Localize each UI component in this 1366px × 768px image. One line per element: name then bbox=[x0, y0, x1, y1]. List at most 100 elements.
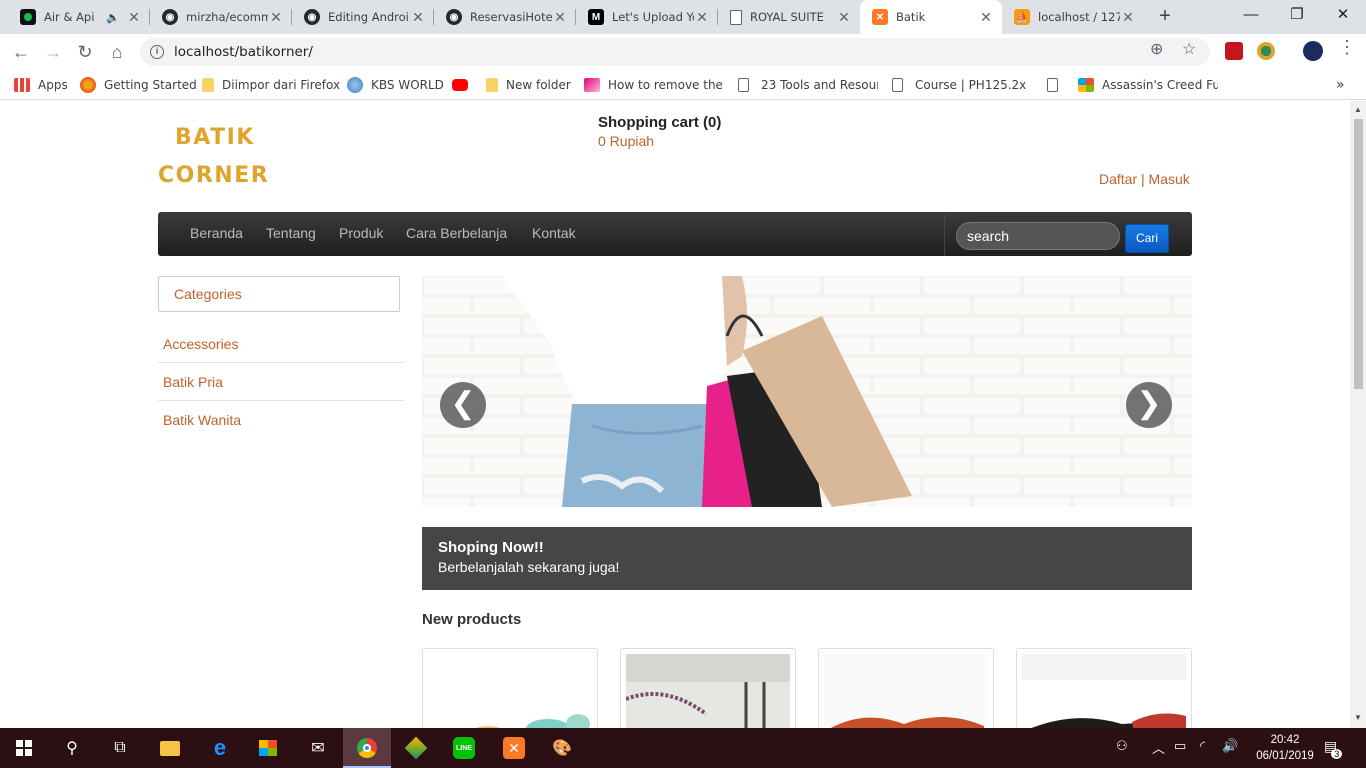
tab-royal-suite[interactable]: ROYAL SUITE ✕ bbox=[718, 0, 860, 34]
page-scrollbar[interactable]: ▲ ▼ bbox=[1350, 101, 1366, 728]
bookmark-getting-started[interactable]: Getting Started bbox=[80, 76, 197, 94]
auth-separator: | bbox=[1141, 171, 1145, 187]
logo-line-2: CORNER bbox=[158, 163, 270, 188]
file-explorer-icon[interactable] bbox=[158, 736, 182, 760]
new-tab-button[interactable]: + bbox=[1154, 5, 1176, 27]
line-app-icon[interactable]: LINE bbox=[452, 736, 476, 760]
battery-icon[interactable]: ▭ bbox=[1174, 738, 1186, 754]
url-text[interactable]: localhost/batikorner/ bbox=[174, 44, 313, 60]
bookmark-course[interactable]: Course | PH125.2x | e bbox=[892, 76, 1030, 94]
bookmark-kbs-world[interactable]: KBS WORLD bbox=[347, 76, 444, 94]
bookmark-23-tools[interactable]: 23 Tools and Resourc bbox=[738, 76, 878, 94]
auth-links: Daftar | Masuk bbox=[1099, 171, 1190, 187]
bookmark-page[interactable] bbox=[1047, 76, 1058, 94]
bookmark-apps[interactable]: Apps bbox=[14, 76, 68, 94]
paint-icon[interactable]: 🎨 bbox=[550, 736, 574, 760]
bookmark-how-to-remove[interactable]: How to remove the E bbox=[584, 76, 722, 94]
apps-grid-icon bbox=[14, 78, 30, 92]
category-batik-wanita[interactable]: Batik Wanita bbox=[158, 401, 404, 439]
xampp-icon[interactable]: ✕ bbox=[502, 736, 526, 760]
banner-carousel: ❮ ❯ bbox=[422, 276, 1192, 507]
search-input[interactable] bbox=[956, 222, 1120, 250]
zoom-icon[interactable]: ⊕ bbox=[1150, 39, 1163, 59]
taskbar-chrome[interactable] bbox=[343, 728, 391, 768]
product-image bbox=[1022, 654, 1186, 728]
github-icon: ◉ bbox=[446, 9, 462, 25]
store-icon[interactable] bbox=[256, 736, 280, 760]
git-tool-icon[interactable] bbox=[404, 736, 428, 760]
login-link[interactable]: Masuk bbox=[1149, 171, 1190, 187]
tab-reservasi-hotel[interactable]: ◉ ReservasiHotel ✕ bbox=[434, 0, 576, 34]
nav-produk[interactable]: Produk bbox=[339, 225, 383, 241]
info-icon[interactable]: i bbox=[150, 45, 164, 59]
shopping-cart-title[interactable]: Shopping cart (0) bbox=[598, 114, 721, 131]
mail-icon[interactable]: ✉ bbox=[306, 736, 330, 760]
bookmark-youtube[interactable] bbox=[452, 76, 476, 94]
reload-icon[interactable]: ↻ bbox=[72, 39, 98, 65]
bookmarks-overflow-icon[interactable]: » bbox=[1336, 76, 1345, 94]
wifi-icon[interactable]: ◜ bbox=[1200, 738, 1205, 754]
scroll-up-icon[interactable]: ▲ bbox=[1354, 105, 1362, 114]
close-icon[interactable]: ✕ bbox=[126, 9, 142, 26]
notification-center-icon[interactable]: ▤3 bbox=[1324, 738, 1343, 759]
home-icon[interactable]: ⌂ bbox=[104, 39, 130, 65]
tab-phpmyadmin[interactable]: ⛵ localhost / 127 ✕ bbox=[1002, 0, 1144, 34]
close-icon[interactable]: ✕ bbox=[552, 9, 568, 26]
people-icon[interactable]: ⚇ bbox=[1116, 738, 1128, 754]
site-logo[interactable]: BATIK CORNER bbox=[158, 119, 269, 195]
bookmark-assassins-creed[interactable]: Assassin's Creed Full bbox=[1078, 76, 1218, 94]
nav-beranda[interactable]: Beranda bbox=[190, 225, 243, 241]
tab-editing-android[interactable]: ◉ Editing Androi ✕ bbox=[292, 0, 434, 34]
extension-shield-icon[interactable] bbox=[1225, 42, 1243, 60]
windows-start-icon[interactable] bbox=[12, 736, 36, 760]
product-image bbox=[824, 654, 988, 728]
volume-icon[interactable]: 🔊 bbox=[1222, 738, 1238, 754]
register-link[interactable]: Daftar bbox=[1099, 171, 1137, 187]
bookmark-star-icon[interactable]: ☆ bbox=[1182, 39, 1196, 59]
product-card[interactable] bbox=[422, 648, 598, 728]
tab-lets-upload[interactable]: M Let's Upload Yo ✕ bbox=[576, 0, 718, 34]
restore-button[interactable]: ❐ bbox=[1274, 0, 1320, 34]
product-card[interactable] bbox=[620, 648, 796, 728]
close-icon[interactable]: ✕ bbox=[1120, 9, 1136, 26]
close-window-button[interactable]: ✕ bbox=[1320, 0, 1366, 34]
web-page: BATIK CORNER Shopping cart (0) 0 Rupiah … bbox=[0, 101, 1350, 728]
category-batik-pria[interactable]: Batik Pria bbox=[158, 363, 404, 401]
close-icon[interactable]: ✕ bbox=[836, 9, 852, 26]
close-icon[interactable]: ✕ bbox=[410, 9, 426, 26]
extension-globe-icon[interactable] bbox=[1257, 42, 1275, 60]
close-icon[interactable]: ✕ bbox=[978, 9, 994, 26]
close-icon[interactable]: ✕ bbox=[268, 9, 284, 26]
nav-tentang[interactable]: Tentang bbox=[266, 225, 316, 241]
carousel-prev-button[interactable]: ❮ bbox=[440, 382, 486, 428]
bookmark-new-folder[interactable]: New folder bbox=[486, 76, 571, 94]
address-bar[interactable]: i localhost/batikorner/ bbox=[140, 38, 1210, 66]
forward-arrow-icon[interactable]: → bbox=[40, 39, 66, 65]
scrollbar-thumb[interactable] bbox=[1354, 119, 1363, 389]
windows-taskbar: ⚲ ⧉ e ✉ LINE ✕ 🎨 ⚇ ︿ ▭ ◜ 🔊 20:42 06/01/2… bbox=[0, 728, 1366, 768]
kbs-icon bbox=[347, 77, 363, 93]
tab-mirzha-ecomm[interactable]: ◉ mirzha/ecomm ✕ bbox=[150, 0, 292, 34]
category-accessories[interactable]: Accessories bbox=[158, 325, 404, 363]
nav-kontak[interactable]: Kontak bbox=[532, 225, 576, 241]
product-card[interactable] bbox=[1016, 648, 1192, 728]
scroll-down-icon[interactable]: ▼ bbox=[1354, 713, 1362, 722]
speaker-icon[interactable]: 🔈 bbox=[106, 11, 120, 24]
close-icon[interactable]: ✕ bbox=[694, 9, 710, 26]
tab-batik[interactable]: ✕ Batik ✕ bbox=[860, 0, 1002, 34]
nav-cara-berbelanja[interactable]: Cara Berbelanja bbox=[406, 225, 507, 241]
task-view-icon[interactable]: ⧉ bbox=[108, 736, 132, 760]
search-button[interactable]: Cari bbox=[1125, 224, 1169, 253]
system-clock[interactable]: 20:42 06/01/2019 bbox=[1250, 732, 1320, 764]
minimize-button[interactable]: — bbox=[1228, 0, 1274, 34]
product-card[interactable] bbox=[818, 648, 994, 728]
menu-kebab-icon[interactable]: ⋮ bbox=[1338, 37, 1356, 58]
search-icon[interactable]: ⚲ bbox=[60, 736, 84, 760]
carousel-next-button[interactable]: ❯ bbox=[1126, 382, 1172, 428]
back-arrow-icon[interactable]: ← bbox=[8, 39, 34, 65]
tab-air-api[interactable]: Air & Api 🔈 ✕ bbox=[8, 0, 150, 34]
bookmark-diimpor[interactable]: Diimpor dari Firefox bbox=[202, 76, 340, 94]
tray-chevron-icon[interactable]: ︿ bbox=[1152, 738, 1165, 757]
edge-icon[interactable]: e bbox=[208, 735, 232, 760]
profile-avatar[interactable] bbox=[1303, 41, 1323, 61]
